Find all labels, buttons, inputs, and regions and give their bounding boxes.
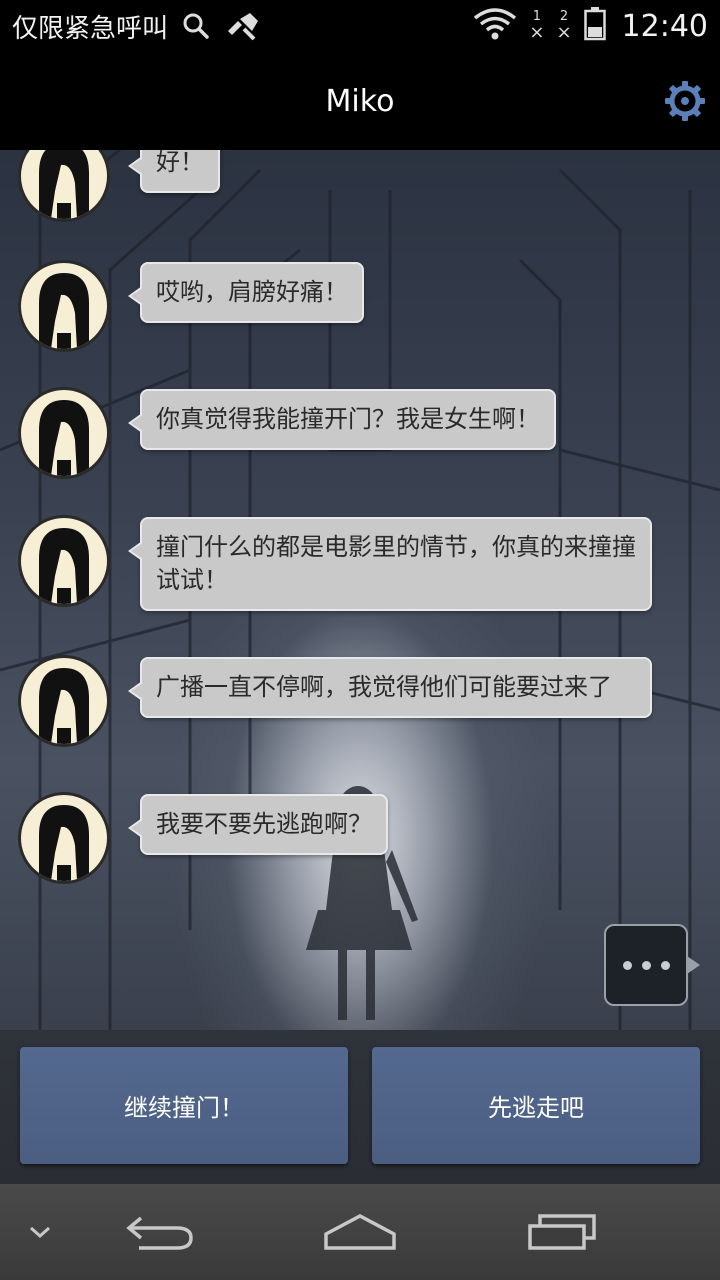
settings-button[interactable] [664,80,706,122]
message-bubble: 哎哟，肩膀好痛！ [128,262,364,323]
avatar [18,655,110,747]
avatar [18,387,110,479]
home-icon [324,1214,396,1250]
recent-apps-icon [528,1214,596,1250]
message-row: 你真觉得我能撞开门？我是女生啊！ [18,387,556,479]
choice-panel: 继续撞门！ 先逃走吧 [0,1030,720,1184]
page-title: Miko [325,83,395,119]
message-row: 好！ [18,150,220,222]
choice-button-continue[interactable]: 继续撞门！ [20,1047,348,1164]
ellipsis-icon [660,960,670,970]
sim1-status: 1 × [529,10,544,42]
message-bubble: 我要不要先逃跑啊？ [128,794,388,855]
avatar [18,792,110,884]
clock: 12:40 [621,8,708,44]
tools-icon [224,11,262,41]
chat-area[interactable]: 好！ 哎哟，肩膀好痛！ 你真觉得我能撞开门？我是女生啊！ 撞门什么的都是电影里的… [0,150,720,1030]
ellipsis-icon [641,960,651,970]
search-icon [182,12,210,40]
message-row: 撞门什么的都是电影里的情节，你真的来撞撞试试！ [18,515,652,611]
message-row: 哎哟，肩膀好痛！ [18,260,364,352]
carrier-text: 仅限紧急呼叫 [12,13,169,44]
status-bar: 仅限紧急呼叫 1 × 2 × 12:40 [0,0,720,52]
navigation-bar [0,1184,720,1280]
back-icon [126,1216,193,1250]
ellipsis-icon [622,960,632,970]
no-signal-icon: × [529,22,545,43]
gear-icon [665,81,705,121]
home-button[interactable] [318,1204,402,1260]
no-signal-icon: × [556,22,572,43]
wifi-icon [473,8,517,44]
sim2-status: 2 × [556,10,571,42]
message-bubble: 广播一直不停啊，我觉得他们可能要过来了 [128,657,652,718]
app-bar: Miko [0,52,720,150]
recent-apps-button[interactable] [522,1204,602,1260]
avatar [18,150,110,222]
typing-indicator-button[interactable] [604,924,700,1006]
message-row: 我要不要先逃跑啊？ [18,792,388,884]
chevron-down-icon[interactable] [22,1204,58,1260]
message-bubble: 你真觉得我能撞开门？我是女生啊！ [128,389,556,450]
avatar [18,515,110,607]
battery-icon [583,7,606,45]
message-bubble: 撞门什么的都是电影里的情节，你真的来撞撞试试！ [128,517,652,611]
message-row: 广播一直不停啊，我觉得他们可能要过来了 [18,655,652,747]
choice-button-escape[interactable]: 先逃走吧 [372,1047,700,1164]
back-button[interactable] [122,1204,198,1260]
message-bubble: 好！ [128,150,220,193]
avatar [18,260,110,352]
